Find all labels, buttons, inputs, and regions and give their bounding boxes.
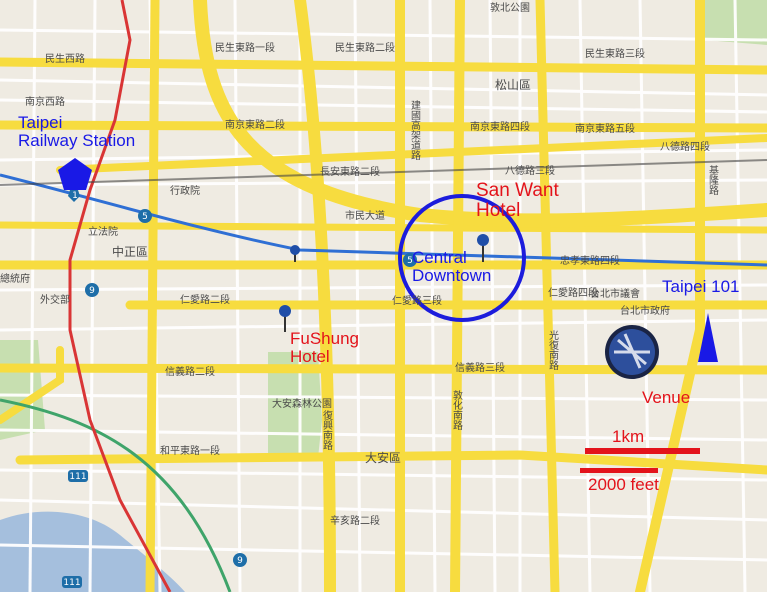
street-label: 八德路三段 [505,166,555,177]
map-canvas[interactable]: 1 5 5 9 9 111 111 [0,0,767,592]
street-label: 民生東路一段 [215,43,275,54]
fushung-hotel-label[interactable]: FuShung Hotel [290,330,359,366]
street-label: 南京東路五段 [575,124,635,135]
street-label: 仁愛路三段 [392,296,442,307]
route-shield-9a: 9 [85,283,99,297]
central-downtown-label[interactable]: Central Downtown [412,249,491,285]
place-label: 外交部 [40,295,70,306]
street-label: 辛亥路二段 [330,516,380,527]
street-label: 南京東路四段 [470,122,530,133]
street-label: 基隆路 [706,165,718,195]
street-label: 信義路三段 [455,363,505,374]
svg-text:9: 9 [237,556,243,566]
svg-text:9: 9 [89,286,95,296]
route-shield-label: 1 [72,191,78,201]
scale-metric-label: 1km [612,427,645,446]
scale-bar-metric [585,448,700,454]
street-label: 市民大道 [345,211,385,222]
map[interactable]: 1 5 5 9 9 111 111 民生東路一段 民生東路二段 民生東路三段 南… [0,0,767,592]
street-label: 民生東路二段 [335,43,395,54]
route-shield-5a: 5 [138,209,152,223]
place-label: 行政院 [170,186,200,197]
place-label: 台北市政府 [620,306,670,317]
street-label: 八德路四段 [660,142,710,153]
district-label: 中正區 [112,245,149,259]
street-label: 南京東路二段 [225,120,285,131]
street-label: 忠孝東路四段 [560,256,620,267]
place-label: 台北市議會 [590,289,640,300]
place-label: 立法院 [88,227,118,238]
district-label: 大安區 [365,451,402,465]
street-label: 南京西路 [25,97,65,108]
street-label: 信義路二段 [165,367,215,378]
san-want-hotel-label[interactable]: San Want Hotel [476,181,559,221]
street-label: 仁愛路二段 [180,295,230,306]
street-label: 和平東路一段 [160,446,220,457]
place-label: 總統府 [0,274,30,285]
street-label: 建國高架道路 [408,100,420,160]
street-label: 民生西路 [45,54,85,65]
railway-station-label[interactable]: Taipei Railway Station [18,114,135,150]
street-label: 民生東路三段 [585,49,645,60]
route-shield-9b: 9 [233,553,247,567]
district-label: 松山區 [495,78,532,92]
scale-imperial-label: 2000 feet [588,475,659,494]
taipei-101-label[interactable]: Taipei 101 [662,278,740,296]
route-shield-111b: 111 [62,576,82,588]
place-label: 敦北公園 [490,3,530,14]
street-label: 復興南路 [320,410,332,450]
place-label: 大安森林公園 [272,399,332,410]
svg-text:5: 5 [142,212,148,222]
street-label: 長安東路二段 [320,167,380,178]
venue-icon [605,325,659,379]
svg-text:111: 111 [63,578,80,588]
street-label: 敦化南路 [450,390,462,430]
venue-label[interactable]: Venue [642,389,690,407]
route-shield-111a: 111 [68,470,88,482]
street-label: 光復南路 [546,330,558,370]
railway-station-text: Taipei Railway Station [18,113,136,150]
svg-text:111: 111 [69,472,86,482]
scale-bar-imperial [580,468,658,473]
